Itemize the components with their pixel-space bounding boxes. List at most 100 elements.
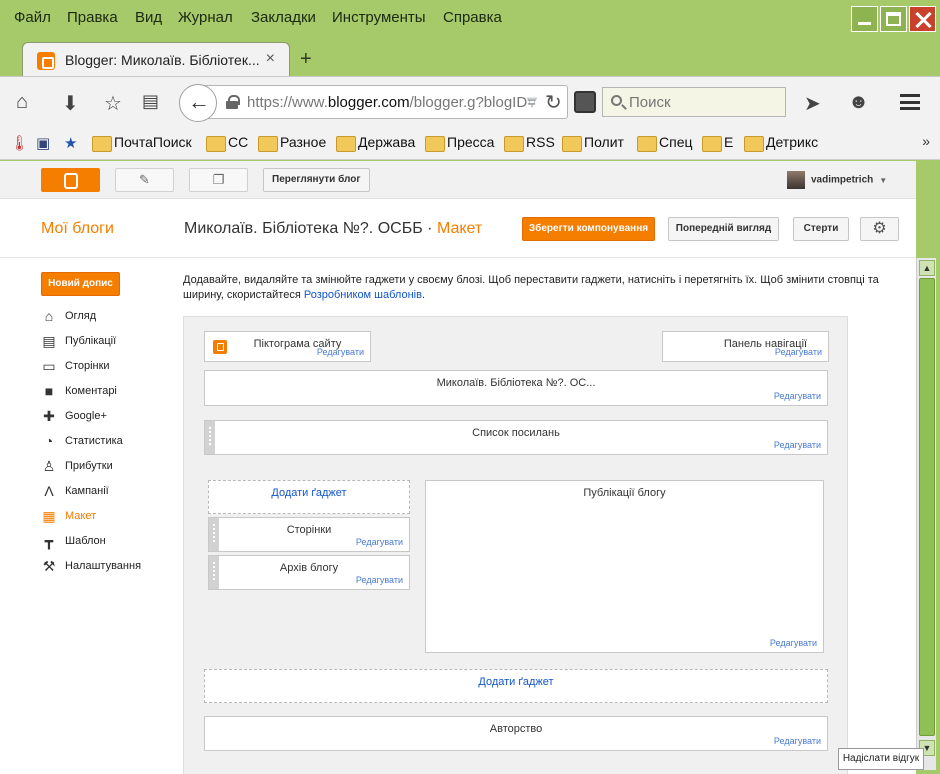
search-input[interactable]	[629, 92, 779, 112]
my-blogs-link[interactable]: Мої блоги	[41, 220, 114, 238]
bookmark-folder[interactable]: ПочтаПоиск	[90, 134, 192, 152]
home-icon[interactable]: ⌂	[16, 91, 28, 114]
gadget-blog-archive[interactable]: Архів блогу Редагувати	[208, 555, 410, 590]
menu-bookmarks[interactable]: Закладки	[251, 9, 316, 26]
search-icon	[611, 95, 622, 106]
edit-link[interactable]: Редагувати	[774, 736, 821, 746]
search-box[interactable]	[602, 87, 786, 117]
bookmark-folder[interactable]: СС	[204, 134, 248, 152]
sidebar-item-layout[interactable]: ▦ Макет	[41, 508, 181, 533]
sidebar-item-pages[interactable]: ▭ Сторінки	[41, 358, 181, 383]
template-designer-link[interactable]: Розробником шаблонів	[304, 289, 422, 301]
gadget-blog-posts[interactable]: Публікації блогу Редагувати	[425, 480, 824, 653]
stats-icon: ◔	[44, 433, 54, 449]
user-menu[interactable]: vadimpetrich ▼	[787, 171, 887, 189]
send-icon[interactable]: ➤	[804, 91, 821, 116]
tab-blogger[interactable]: Blogger: Миколаїв. Бібліотек... ×	[22, 42, 290, 76]
new-post-button[interactable]: Новий допис	[41, 272, 120, 296]
scrollbar-thumb[interactable]	[919, 278, 935, 736]
bookmark-folder[interactable]: RSS	[502, 134, 555, 152]
close-window-button[interactable]	[909, 6, 936, 32]
sidebar-item-stats[interactable]: ◔ Статистика	[41, 433, 181, 458]
save-arrangement-button[interactable]: Зберегти компонування	[522, 217, 655, 241]
edit-link[interactable]: Редагувати	[775, 347, 822, 357]
star-icon[interactable]: ★	[64, 134, 77, 152]
url-text[interactable]: https://www.blogger.com/blogger.g?blogID…	[247, 94, 536, 111]
menu-view[interactable]: Вид	[135, 9, 162, 26]
window-controls	[849, 6, 936, 32]
sidebar-item-template[interactable]: ┳ Шаблон	[41, 533, 181, 558]
edit-link[interactable]: Редагувати	[317, 347, 364, 357]
bookmark-star-icon[interactable]: ☆	[104, 91, 122, 116]
menu-hamburger-icon[interactable]	[900, 94, 920, 110]
layout-canvas: Піктограма сайту Редагувати Панель навіг…	[183, 316, 848, 774]
template-icon: ┳	[44, 533, 54, 549]
gadget-header[interactable]: Миколаїв. Бібліотека №?. ОС... Редагуват…	[204, 370, 828, 406]
sidebar-item-comments[interactable]: ■ Коментарі	[41, 383, 181, 408]
menu-history[interactable]: Журнал	[178, 9, 233, 26]
pages-copy-button[interactable]: ❐	[189, 168, 248, 192]
gadget-navbar[interactable]: Панель навігації Редагувати	[662, 331, 829, 362]
sidebar-item-settings[interactable]: ⚒ Налаштування	[41, 558, 181, 583]
bookmark-folder[interactable]: Детрикс	[742, 134, 818, 152]
posts-icon: ▤	[42, 333, 56, 349]
sidebar-item-earnings[interactable]: ♙ Прибутки	[41, 458, 181, 483]
menu-edit[interactable]: Правка	[67, 9, 118, 26]
edit-link[interactable]: Редагувати	[774, 440, 821, 450]
thermometer-icon[interactable]: 🌡	[10, 134, 29, 152]
smiley-icon[interactable]: ☻	[848, 91, 869, 114]
lock-icon	[226, 95, 240, 109]
gadget-favicon[interactable]: Піктограма сайту Редагувати	[204, 331, 371, 362]
menu-file[interactable]: Файл	[14, 9, 51, 26]
blogger-page: ✎ ❐ Переглянути блог vadimpetrich ▼ Мої б…	[0, 161, 916, 774]
url-bar[interactable]: https://www.blogger.com/blogger.g?blogID…	[179, 84, 568, 122]
add-gadget-footer-button[interactable]: Додати ґаджет	[204, 669, 828, 703]
edit-link[interactable]: Редагувати	[356, 537, 403, 547]
bookmark-folder[interactable]: Разное	[256, 134, 326, 152]
url-dropdown-icon[interactable]: ▽	[527, 94, 537, 110]
reading-list-icon[interactable]: ▤	[142, 91, 159, 112]
bookmark-folder[interactable]: Полит	[560, 134, 624, 152]
menu-help[interactable]: Справка	[443, 9, 502, 26]
minimize-button[interactable]	[851, 6, 878, 32]
bookmarks-overflow-icon[interactable]: »	[922, 133, 930, 149]
preview-button[interactable]: Попередній вигляд	[668, 217, 779, 241]
gadget-attribution[interactable]: Авторство Редагувати	[204, 716, 828, 751]
gear-icon[interactable]: ⚙	[860, 217, 899, 241]
edit-link[interactable]: Редагувати	[774, 391, 821, 401]
layout-icon: ▦	[42, 508, 56, 524]
add-gadget-sidebar-button[interactable]: Додати ґаджет	[208, 480, 410, 514]
bookmark-folder[interactable]: Держава	[334, 134, 415, 152]
new-tab-button[interactable]: +	[300, 48, 312, 71]
maximize-button[interactable]	[880, 6, 907, 32]
view-blog-button[interactable]: Переглянути блог	[263, 168, 370, 192]
evernote-icon[interactable]	[574, 91, 596, 113]
clear-button[interactable]: Стерти	[793, 217, 849, 241]
bookmark-folder[interactable]: Пресса	[423, 134, 494, 152]
new-post-pencil-button[interactable]: ✎	[115, 168, 174, 192]
reload-icon[interactable]: ↻	[545, 90, 562, 115]
home-icon: ⌂	[44, 308, 54, 324]
sidebar-item-posts[interactable]: ▤ Публікації	[41, 333, 181, 358]
browser-window: Файл Правка Вид Журнал Закладки Инструме…	[0, 0, 940, 774]
tab-close-icon[interactable]: ×	[266, 50, 275, 68]
gadget-link-list[interactable]: Список посилань Редагувати	[204, 420, 828, 455]
back-button[interactable]	[179, 84, 217, 122]
menu-tools[interactable]: Инструменты	[332, 9, 426, 26]
scroll-up-icon[interactable]: ▲	[919, 260, 935, 276]
sidebar-item-overview[interactable]: ⌂ Огляд	[41, 308, 181, 333]
blogger-logo-button[interactable]	[41, 168, 100, 192]
page-scrollbar[interactable]: ▲ ▼	[916, 258, 936, 770]
layout-intro-text: Додавайте, видаляйте та змінюйте гаджети…	[183, 274, 879, 301]
sidebar-item-campaigns[interactable]: Λ Кампанії	[41, 483, 181, 508]
send-feedback-button[interactable]: Надіслати відгук	[838, 748, 924, 770]
download-icon[interactable]: ⬇	[62, 91, 79, 116]
edit-link[interactable]: Редагувати	[770, 638, 817, 648]
bookmark-folder[interactable]: Спец	[635, 134, 693, 152]
campaigns-icon: Λ	[44, 483, 54, 499]
sidebar-item-google-plus[interactable]: ✚ Google+	[41, 408, 181, 433]
monitor-icon[interactable]: ▣	[36, 134, 50, 152]
bookmark-folder[interactable]: Е	[700, 134, 733, 152]
gadget-pages[interactable]: Сторінки Редагувати	[208, 517, 410, 552]
edit-link[interactable]: Редагувати	[356, 575, 403, 585]
